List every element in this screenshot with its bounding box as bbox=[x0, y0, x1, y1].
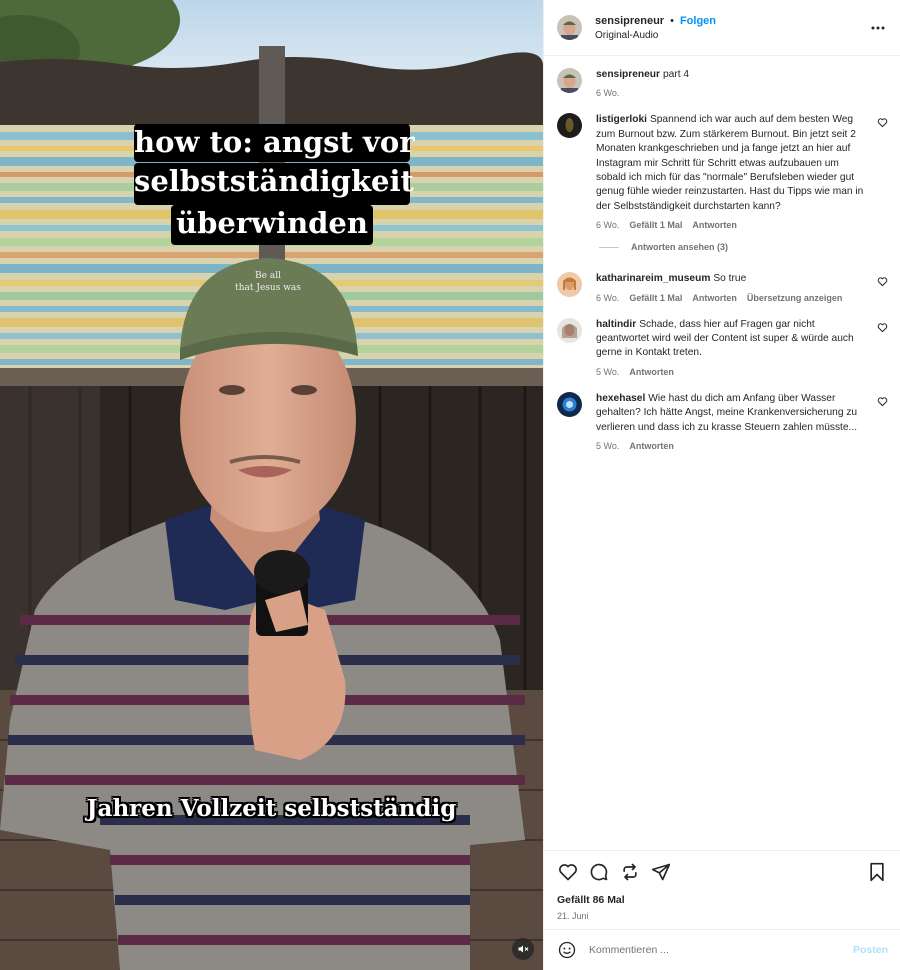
audio-link[interactable]: Original-Audio bbox=[595, 30, 868, 41]
reply-button[interactable]: Antworten bbox=[692, 293, 737, 303]
comments-list[interactable]: sensipreneur part 4 6 Wo. listigerloki Spa… bbox=[544, 56, 900, 850]
video-subtitle: Jahren Vollzeit selbstständig bbox=[86, 795, 457, 822]
post-comment-button[interactable]: Posten bbox=[853, 944, 888, 956]
reply-button[interactable]: Antworten bbox=[629, 367, 674, 377]
more-options-icon[interactable] bbox=[868, 18, 888, 38]
heart-icon[interactable] bbox=[557, 861, 579, 883]
author-avatar[interactable] bbox=[557, 68, 582, 93]
separator-dot: • bbox=[670, 14, 674, 27]
comment-username[interactable]: katharinareim_museum bbox=[596, 273, 710, 284]
comment-text: Spannend ich war auch auf dem besten Weg… bbox=[596, 114, 864, 212]
comment-icon[interactable] bbox=[588, 861, 610, 883]
comment-time[interactable]: 6 Wo. bbox=[596, 88, 619, 98]
comment-username[interactable]: sensipreneur bbox=[596, 69, 660, 80]
comment-username[interactable]: listigerloki bbox=[596, 114, 647, 125]
send-icon[interactable] bbox=[650, 861, 672, 883]
commenter-avatar[interactable] bbox=[557, 272, 582, 298]
post-header: sensipreneur • Folgen Original-Audio bbox=[544, 0, 900, 56]
video-caption-line-3: überwinden bbox=[171, 205, 373, 245]
video-caption-line-2: selbstständigkeit bbox=[134, 163, 414, 205]
comment-time[interactable]: 6 Wo. bbox=[596, 220, 619, 230]
svg-text:that Jesus was: that Jesus was bbox=[235, 283, 301, 293]
comment-item: listigerloki Spannend ich war auch auf de… bbox=[544, 113, 900, 230]
commenter-avatar[interactable] bbox=[557, 391, 582, 417]
repost-icon[interactable] bbox=[619, 861, 641, 883]
view-replies-button[interactable]: Antworten ansehen (3) bbox=[599, 242, 900, 252]
view-replies-label: Antworten ansehen (3) bbox=[631, 242, 729, 253]
commenter-avatar[interactable] bbox=[557, 317, 582, 343]
replies-divider bbox=[599, 246, 619, 248]
post-side-panel: sensipreneur • Folgen Original-Audio sen… bbox=[543, 0, 900, 970]
video-caption-line-1: how to: angst vor bbox=[134, 124, 414, 162]
comment-time[interactable]: 5 Wo. bbox=[596, 367, 619, 377]
post-modal: Be all that Jesus was how to: angst vor … bbox=[0, 0, 900, 970]
comment-item: hexehasel Wie hast du dich am Anfang über… bbox=[544, 391, 900, 451]
heart-icon[interactable] bbox=[877, 396, 888, 407]
reply-button[interactable]: Antworten bbox=[692, 220, 737, 230]
comment-item: haltindir Schade, dass hier auf Fragen ga… bbox=[544, 317, 900, 377]
follow-button[interactable]: Folgen bbox=[680, 15, 716, 27]
comment-likes[interactable]: Gefällt 1 Mal bbox=[629, 293, 682, 303]
comment-text: So true bbox=[713, 273, 747, 285]
comment-item: katharinareim_museum So true 6 Wo. Gefäll… bbox=[544, 272, 900, 303]
comment-composer: Posten bbox=[544, 929, 900, 970]
bookmark-icon[interactable] bbox=[866, 861, 888, 883]
muted-speaker-icon[interactable] bbox=[512, 938, 534, 960]
comment-likes[interactable]: Gefällt 1 Mal bbox=[629, 220, 682, 230]
heart-icon[interactable] bbox=[877, 276, 888, 287]
comment-time[interactable]: 5 Wo. bbox=[596, 441, 619, 451]
heart-icon[interactable] bbox=[877, 117, 888, 128]
translate-button[interactable]: Übersetzung anzeigen bbox=[747, 293, 843, 303]
post-caption: sensipreneur part 4 6 Wo. bbox=[544, 68, 900, 98]
comment-username[interactable]: haltindir bbox=[596, 319, 636, 330]
comment-username[interactable]: hexehasel bbox=[596, 393, 645, 404]
post-actions: Gefällt 86 Mal 21. Juni bbox=[544, 850, 900, 929]
heart-icon[interactable] bbox=[877, 322, 888, 333]
comment-time[interactable]: 6 Wo. bbox=[596, 293, 619, 303]
video-player[interactable]: Be all that Jesus was how to: angst vor … bbox=[0, 0, 543, 970]
svg-text:Be all: Be all bbox=[255, 271, 281, 281]
post-date[interactable]: 21. Juni bbox=[557, 911, 888, 921]
commenter-avatar[interactable] bbox=[557, 113, 582, 139]
comment-input[interactable] bbox=[589, 944, 845, 956]
author-avatar[interactable] bbox=[557, 15, 582, 40]
reply-button[interactable]: Antworten bbox=[629, 441, 674, 451]
comment-text: part 4 bbox=[662, 69, 690, 80]
emoji-icon[interactable] bbox=[557, 940, 577, 960]
likes-count[interactable]: Gefällt 86 Mal bbox=[557, 894, 888, 906]
author-username[interactable]: sensipreneur bbox=[595, 15, 664, 27]
